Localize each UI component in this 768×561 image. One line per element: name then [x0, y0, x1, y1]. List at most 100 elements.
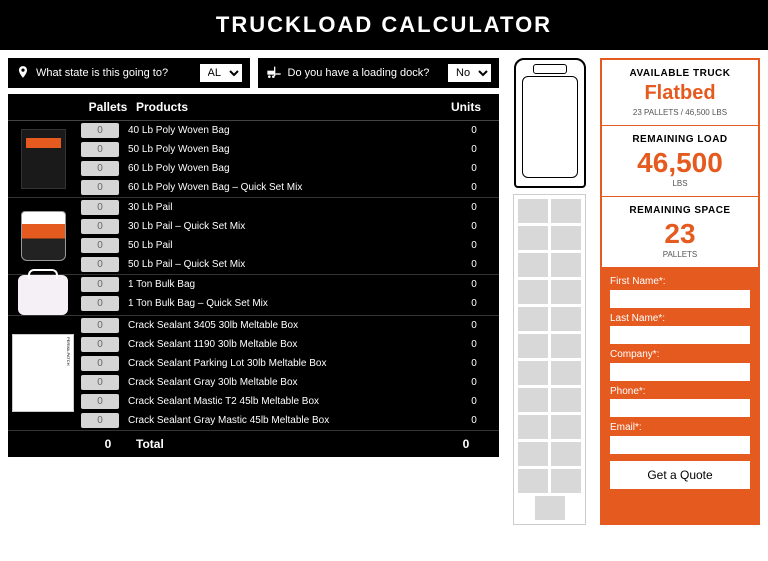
- product-row: 1 Ton Bulk Bag0: [78, 275, 499, 294]
- last-name-label: Last Name*:: [610, 313, 750, 324]
- pallet-slot: [551, 469, 581, 493]
- product-row: Crack Sealant 3405 30lb Meltable Box0: [78, 316, 499, 335]
- sidebar: AVAILABLE TRUCK Flatbed 23 PALLETS / 46,…: [600, 58, 760, 525]
- pallet-input[interactable]: [81, 337, 119, 352]
- product-name: Crack Sealant 1190 30lb Meltable Box: [122, 339, 449, 350]
- product-name: Crack Sealant Parking Lot 30lb Meltable …: [122, 358, 449, 369]
- pallet-input[interactable]: [81, 142, 119, 157]
- header-products: Products: [130, 100, 441, 114]
- product-group: 40 Lb Poly Woven Bag050 Lb Poly Woven Ba…: [8, 121, 499, 198]
- pallet-input[interactable]: [81, 180, 119, 195]
- product-name: 30 Lb Pail: [122, 202, 449, 213]
- product-row: Crack Sealant Parking Lot 30lb Meltable …: [78, 354, 499, 373]
- remaining-load-unit: LBS: [606, 179, 754, 188]
- product-name: 1 Ton Bulk Bag – Quick Set Mix: [122, 298, 449, 309]
- product-units: 0: [449, 339, 499, 350]
- total-pallets: 0: [86, 437, 130, 451]
- dock-select[interactable]: No: [448, 64, 491, 82]
- product-units: 0: [449, 163, 499, 174]
- pallet-slot: [551, 442, 581, 466]
- left-column: What state is this going to? AL Do you h…: [8, 58, 499, 525]
- total-units: 0: [441, 437, 491, 451]
- product-units: 0: [449, 358, 499, 369]
- product-units: 0: [449, 259, 499, 270]
- last-name-input[interactable]: [610, 326, 750, 344]
- main-container: What state is this going to? AL Do you h…: [0, 50, 768, 533]
- pallet-input[interactable]: [81, 161, 119, 176]
- product-name: Crack Sealant Gray Mastic 45lb Meltable …: [122, 415, 449, 426]
- pallet-slot: [518, 469, 548, 493]
- product-name: 50 Lb Pail: [122, 240, 449, 251]
- pallet-input[interactable]: [81, 413, 119, 428]
- pallet-input[interactable]: [81, 296, 119, 311]
- product-name: 1 Ton Bulk Bag: [122, 279, 449, 290]
- pallet-input[interactable]: [81, 200, 119, 215]
- product-name: 60 Lb Poly Woven Bag – Quick Set Mix: [122, 182, 449, 193]
- pallet-slot: [518, 361, 548, 385]
- pallet-slot: [551, 361, 581, 385]
- product-row: Crack Sealant 1190 30lb Meltable Box0: [78, 335, 499, 354]
- header-units: Units: [441, 100, 491, 114]
- trailer-icon: [513, 194, 586, 525]
- pallet-slot: [535, 496, 565, 520]
- first-name-label: First Name*:: [610, 276, 750, 287]
- pallet-input[interactable]: [81, 394, 119, 409]
- dock-control: Do you have a loading dock? No: [258, 58, 500, 88]
- product-row: 60 Lb Poly Woven Bag0: [78, 159, 499, 178]
- pallet-input[interactable]: [81, 375, 119, 390]
- header-pallets: Pallets: [86, 100, 130, 114]
- forklift-icon: [266, 65, 282, 82]
- product-units: 0: [449, 377, 499, 388]
- product-group: 1 Ton Bulk Bag01 Ton Bulk Bag – Quick Se…: [8, 275, 499, 316]
- available-truck-label: AVAILABLE TRUCK: [606, 68, 754, 79]
- box-icon: PERMA-PATCH: [12, 334, 74, 412]
- pallet-slot: [518, 442, 548, 466]
- product-group: 30 Lb Pail030 Lb Pail – Quick Set Mix050…: [8, 198, 499, 275]
- phone-label: Phone*:: [610, 386, 750, 397]
- product-units: 0: [449, 221, 499, 232]
- pallet-input[interactable]: [81, 219, 119, 234]
- truck-cab-icon: [514, 58, 586, 188]
- pallet-slot: [518, 334, 548, 358]
- remaining-load-label: REMAINING LOAD: [606, 134, 754, 145]
- state-select[interactable]: AL: [200, 64, 242, 82]
- remaining-load-value: 46,500: [606, 149, 754, 177]
- email-label: Email*:: [610, 422, 750, 433]
- get-quote-button[interactable]: Get a Quote: [610, 461, 750, 489]
- product-units: 0: [449, 240, 499, 251]
- product-name: 50 Lb Pail – Quick Set Mix: [122, 259, 449, 270]
- product-row: Crack Sealant Gray Mastic 45lb Meltable …: [78, 411, 499, 430]
- products-table: Pallets Products Units 40 Lb Poly Woven …: [8, 94, 499, 457]
- product-row: 1 Ton Bulk Bag – Quick Set Mix0: [78, 294, 499, 313]
- product-name: 60 Lb Poly Woven Bag: [122, 163, 449, 174]
- product-name: 40 Lb Poly Woven Bag: [122, 125, 449, 136]
- state-label: What state is this going to?: [36, 67, 168, 79]
- email-input[interactable]: [610, 436, 750, 454]
- product-row: Crack Sealant Gray 30lb Meltable Box0: [78, 373, 499, 392]
- product-row: 30 Lb Pail – Quick Set Mix0: [78, 217, 499, 236]
- pallet-input[interactable]: [81, 257, 119, 272]
- phone-input[interactable]: [610, 399, 750, 417]
- product-units: 0: [449, 298, 499, 309]
- first-name-input[interactable]: [610, 290, 750, 308]
- pallet-input[interactable]: [81, 123, 119, 138]
- product-row: 50 Lb Poly Woven Bag0: [78, 140, 499, 159]
- totals-row: 0 Total 0: [8, 431, 499, 457]
- product-row: 60 Lb Poly Woven Bag – Quick Set Mix0: [78, 178, 499, 197]
- pallet-input[interactable]: [81, 277, 119, 292]
- pallet-slot: [518, 226, 548, 250]
- bag-icon: [21, 129, 66, 189]
- truck-diagram: [507, 58, 592, 525]
- remaining-space-value: 23: [606, 220, 754, 248]
- pallet-input[interactable]: [81, 238, 119, 253]
- pallet-slot: [551, 253, 581, 277]
- quote-form: First Name*: Last Name*: Company*: Phone…: [602, 268, 758, 523]
- pallet-input[interactable]: [81, 356, 119, 371]
- pallet-input[interactable]: [81, 318, 119, 333]
- available-truck-sub: 23 PALLETS / 46,500 LBS: [606, 108, 754, 117]
- company-input[interactable]: [610, 363, 750, 381]
- product-name: Crack Sealant 3405 30lb Meltable Box: [122, 320, 449, 331]
- product-units: 0: [449, 125, 499, 136]
- pallet-slot: [551, 199, 581, 223]
- product-name: 30 Lb Pail – Quick Set Mix: [122, 221, 449, 232]
